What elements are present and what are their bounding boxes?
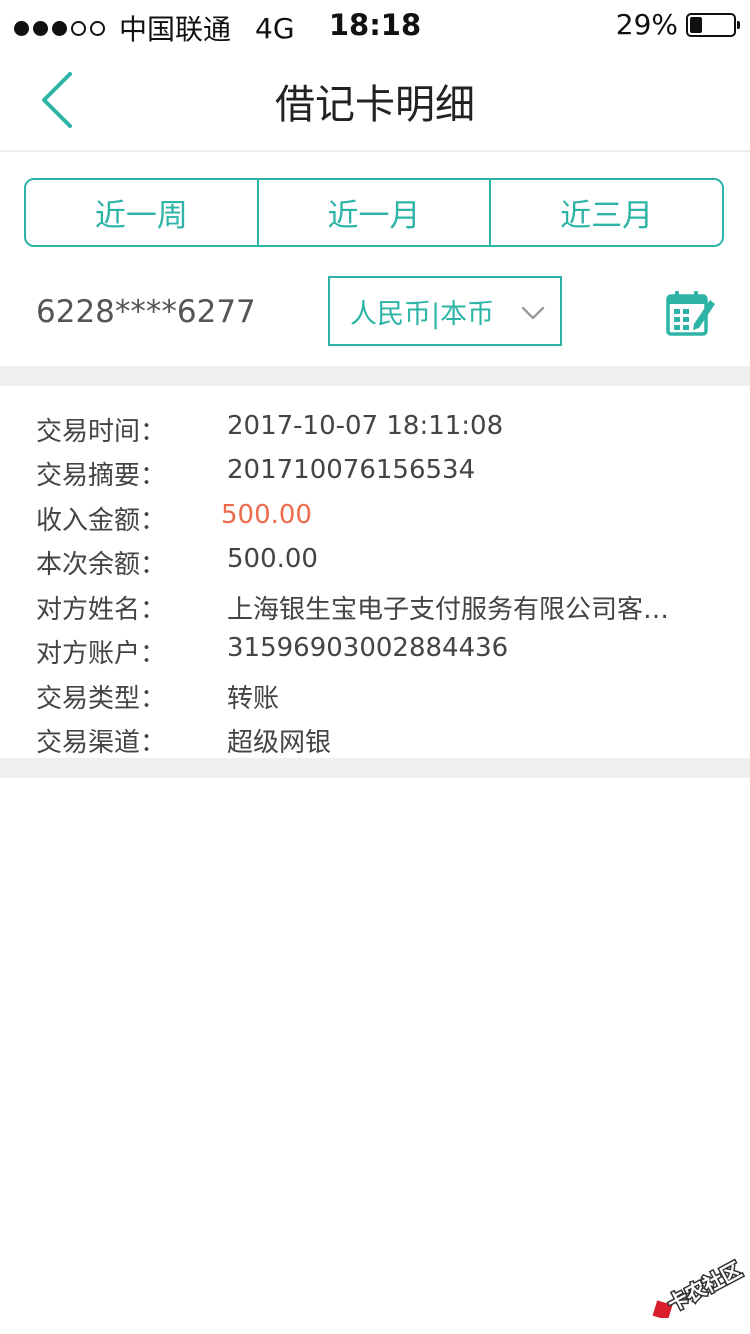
detail-label: 交易渠道： bbox=[36, 728, 167, 758]
currency-dropdown[interactable]: 人民币|本币 bbox=[328, 276, 562, 346]
detail-value: 201710076156534 bbox=[227, 455, 476, 485]
account-row: 6228****6277 人民币|本币 bbox=[0, 270, 750, 366]
detail-label: 对方姓名： bbox=[36, 595, 167, 625]
card-number: 6228****6277 bbox=[36, 294, 256, 330]
detail-value: 31596903002884436 bbox=[227, 633, 509, 663]
detail-value: 转账 bbox=[227, 684, 280, 714]
calendar-button[interactable] bbox=[666, 290, 716, 338]
detail-row-balance: 本次余额： 500.00 bbox=[0, 544, 750, 588]
battery-percent: 29% bbox=[615, 8, 678, 41]
battery-level bbox=[690, 16, 703, 33]
detail-row-type: 交易类型： 转账 bbox=[0, 678, 750, 722]
calendar-edit-icon bbox=[666, 291, 715, 336]
detail-row-income: 收入金额： 500.00 bbox=[0, 500, 750, 544]
chevron-down-icon bbox=[521, 306, 545, 320]
status-right: 29% bbox=[615, 8, 740, 41]
tab-last-three-months[interactable]: 近三月 bbox=[489, 180, 722, 245]
detail-label: 交易类型： bbox=[36, 684, 167, 714]
detail-row-summary: 交易摘要： 201710076156534 bbox=[0, 455, 750, 499]
detail-value: 2017-10-07 18:11:08 bbox=[227, 411, 504, 441]
section-divider bbox=[0, 366, 750, 386]
income-amount: 500.00 bbox=[221, 500, 312, 530]
watermark-text: 卡农社区 bbox=[664, 1258, 746, 1316]
watermark-logo: 卡农社区 bbox=[652, 1258, 746, 1318]
battery-icon bbox=[686, 12, 740, 37]
tab-last-month[interactable]: 近一月 bbox=[256, 180, 490, 245]
detail-value: 上海银生宝电子支付服务有限公司客… bbox=[227, 595, 670, 625]
period-selector: 近一周 近一月 近三月 bbox=[24, 178, 724, 247]
page-title: 借记卡明细 bbox=[275, 82, 475, 128]
detail-row-counterparty-name: 对方姓名： 上海银生宝电子支付服务有限公司客… bbox=[0, 589, 750, 633]
detail-row-counterparty-account: 对方账户： 31596903002884436 bbox=[0, 633, 750, 677]
detail-row-time: 交易时间： 2017-10-07 18:11:08 bbox=[0, 411, 750, 455]
detail-label: 交易摘要： bbox=[36, 461, 167, 491]
detail-value: 500.00 bbox=[227, 544, 318, 574]
status-bar: 中国联通 4G 18:18 29% bbox=[0, 0, 750, 50]
section-divider bbox=[0, 758, 750, 778]
detail-label: 交易时间： bbox=[36, 417, 167, 447]
tab-last-week[interactable]: 近一周 bbox=[26, 180, 257, 245]
detail-label: 本次余额： bbox=[36, 550, 167, 580]
nav-bar: 借记卡明细 bbox=[0, 50, 750, 152]
detail-label: 收入金额： bbox=[36, 506, 167, 536]
transaction-details: 交易时间： 2017-10-07 18:11:08 交易摘要： 20171007… bbox=[0, 386, 750, 758]
currency-selected: 人民币|本币 bbox=[350, 298, 495, 330]
detail-label: 对方账户： bbox=[36, 639, 167, 669]
detail-value: 超级网银 bbox=[227, 728, 332, 758]
